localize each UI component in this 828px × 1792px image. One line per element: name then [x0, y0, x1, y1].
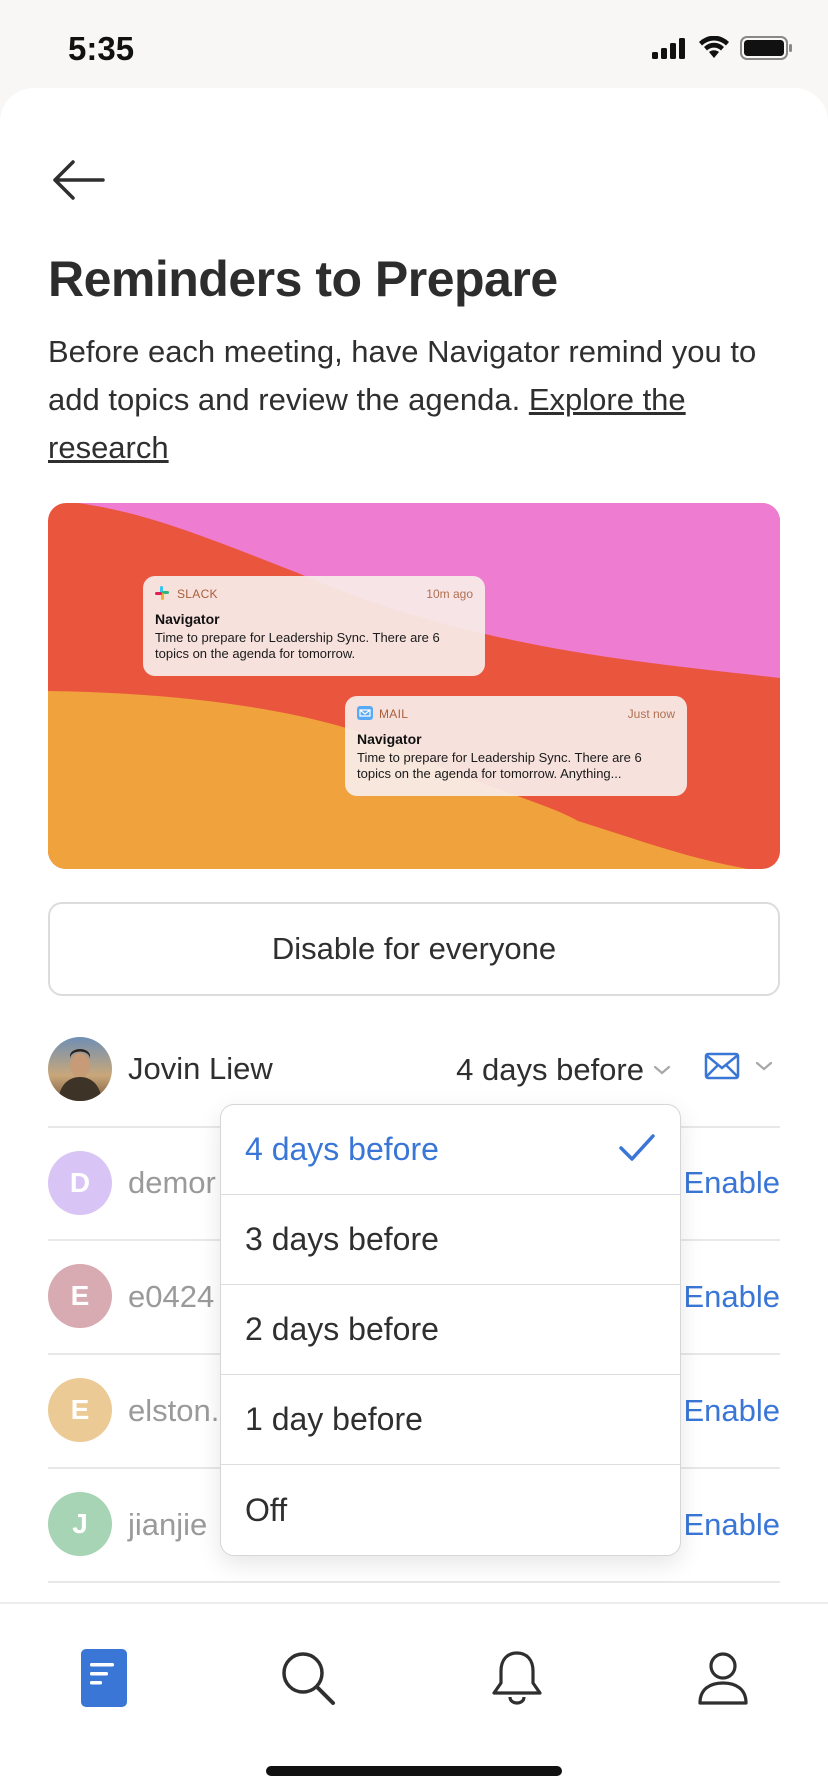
- option-off[interactable]: Off: [221, 1465, 680, 1555]
- person-name: e0424: [128, 1279, 215, 1314]
- reminder-timing-dropdown: 4 days before 3 days before 2 days befor…: [220, 1104, 681, 1556]
- reminder-timing-select[interactable]: 4 days before: [456, 1052, 672, 1088]
- avatar-initial: E: [48, 1378, 112, 1442]
- tab-notifications[interactable]: [477, 1638, 557, 1718]
- person-name: demor: [128, 1165, 216, 1200]
- option-3-days-before[interactable]: 3 days before: [221, 1195, 680, 1285]
- reminder-timing-value: 4 days before: [456, 1052, 644, 1087]
- chevron-down-icon: [755, 1061, 773, 1071]
- option-label: 1 day before: [245, 1401, 423, 1437]
- page-title: Reminders to Prepare: [48, 251, 558, 307]
- back-button[interactable]: [48, 150, 108, 210]
- slack-notification: SLACK 10m ago Navigator Time to prepare …: [143, 576, 485, 676]
- hero-illustration: SLACK 10m ago Navigator Time to prepare …: [48, 503, 780, 869]
- mail-app-icon: [357, 706, 373, 722]
- mail-icon: [704, 1052, 740, 1080]
- option-label: 4 days before: [245, 1131, 439, 1167]
- avatar-initial: E: [48, 1264, 112, 1328]
- row-divider: [48, 1581, 780, 1583]
- battery-icon: [740, 36, 792, 60]
- enable-button[interactable]: Enable: [683, 1165, 780, 1201]
- tab-docs[interactable]: [64, 1638, 144, 1718]
- mail-notification-body: Time to prepare for Leadership Sync. The…: [357, 750, 642, 781]
- person-name: jianjie: [128, 1507, 208, 1542]
- mail-notification: MAIL Just now Navigator Time to prepare …: [345, 696, 687, 796]
- slack-notification-body: Time to prepare for Leadership Sync. The…: [155, 630, 440, 661]
- hero-background: [48, 503, 780, 869]
- mail-notification-title: Navigator: [357, 731, 422, 747]
- option-1-day-before[interactable]: 1 day before: [221, 1375, 680, 1465]
- page-description: Before each meeting, have Navigator remi…: [48, 328, 788, 472]
- profile-photo: [48, 1037, 112, 1101]
- status-time: 5:35: [68, 30, 135, 67]
- enable-button[interactable]: Enable: [683, 1507, 780, 1543]
- disable-for-everyone-button[interactable]: Disable for everyone: [48, 902, 780, 996]
- tab-search[interactable]: [268, 1638, 348, 1718]
- status-icons: [652, 36, 794, 60]
- avatar-initial: J: [48, 1492, 112, 1556]
- enable-button[interactable]: Enable: [683, 1279, 780, 1315]
- avatar-initial: D: [48, 1151, 112, 1215]
- option-2-days-before[interactable]: 2 days before: [221, 1285, 680, 1375]
- chevron-down-icon: [653, 1065, 671, 1075]
- tab-profile[interactable]: [683, 1638, 763, 1718]
- cellular-signal-icon: [652, 38, 685, 59]
- bottom-tab-bar: [0, 1602, 828, 1792]
- checkmark-icon: [619, 1134, 655, 1161]
- slack-app-name: SLACK: [177, 587, 218, 601]
- enable-button[interactable]: Enable: [683, 1393, 780, 1429]
- option-label: 2 days before: [245, 1311, 439, 1347]
- slack-time: 10m ago: [426, 587, 473, 601]
- profile-icon: [698, 1652, 748, 1705]
- avatar-jovin-liew: [48, 1037, 112, 1101]
- reminder-channel-select[interactable]: [704, 1052, 774, 1080]
- search-icon: [282, 1652, 335, 1705]
- option-label: 3 days before: [245, 1221, 439, 1257]
- option-label: Off: [245, 1491, 288, 1528]
- person-name: elston.: [128, 1393, 220, 1428]
- slack-icon: [155, 586, 171, 602]
- home-indicator: [266, 1766, 562, 1776]
- person-name-jovin-liew: Jovin Liew: [128, 1051, 273, 1086]
- option-4-days-before[interactable]: 4 days before: [221, 1105, 680, 1195]
- back-arrow-icon: [53, 160, 105, 200]
- docs-icon: [81, 1649, 127, 1707]
- bell-icon: [492, 1651, 542, 1705]
- slack-notification-title: Navigator: [155, 611, 220, 627]
- mail-time: Just now: [627, 707, 675, 721]
- status-bar: 5:35: [0, 0, 828, 88]
- wifi-icon: [699, 36, 729, 58]
- mail-app-name: MAIL: [379, 707, 409, 721]
